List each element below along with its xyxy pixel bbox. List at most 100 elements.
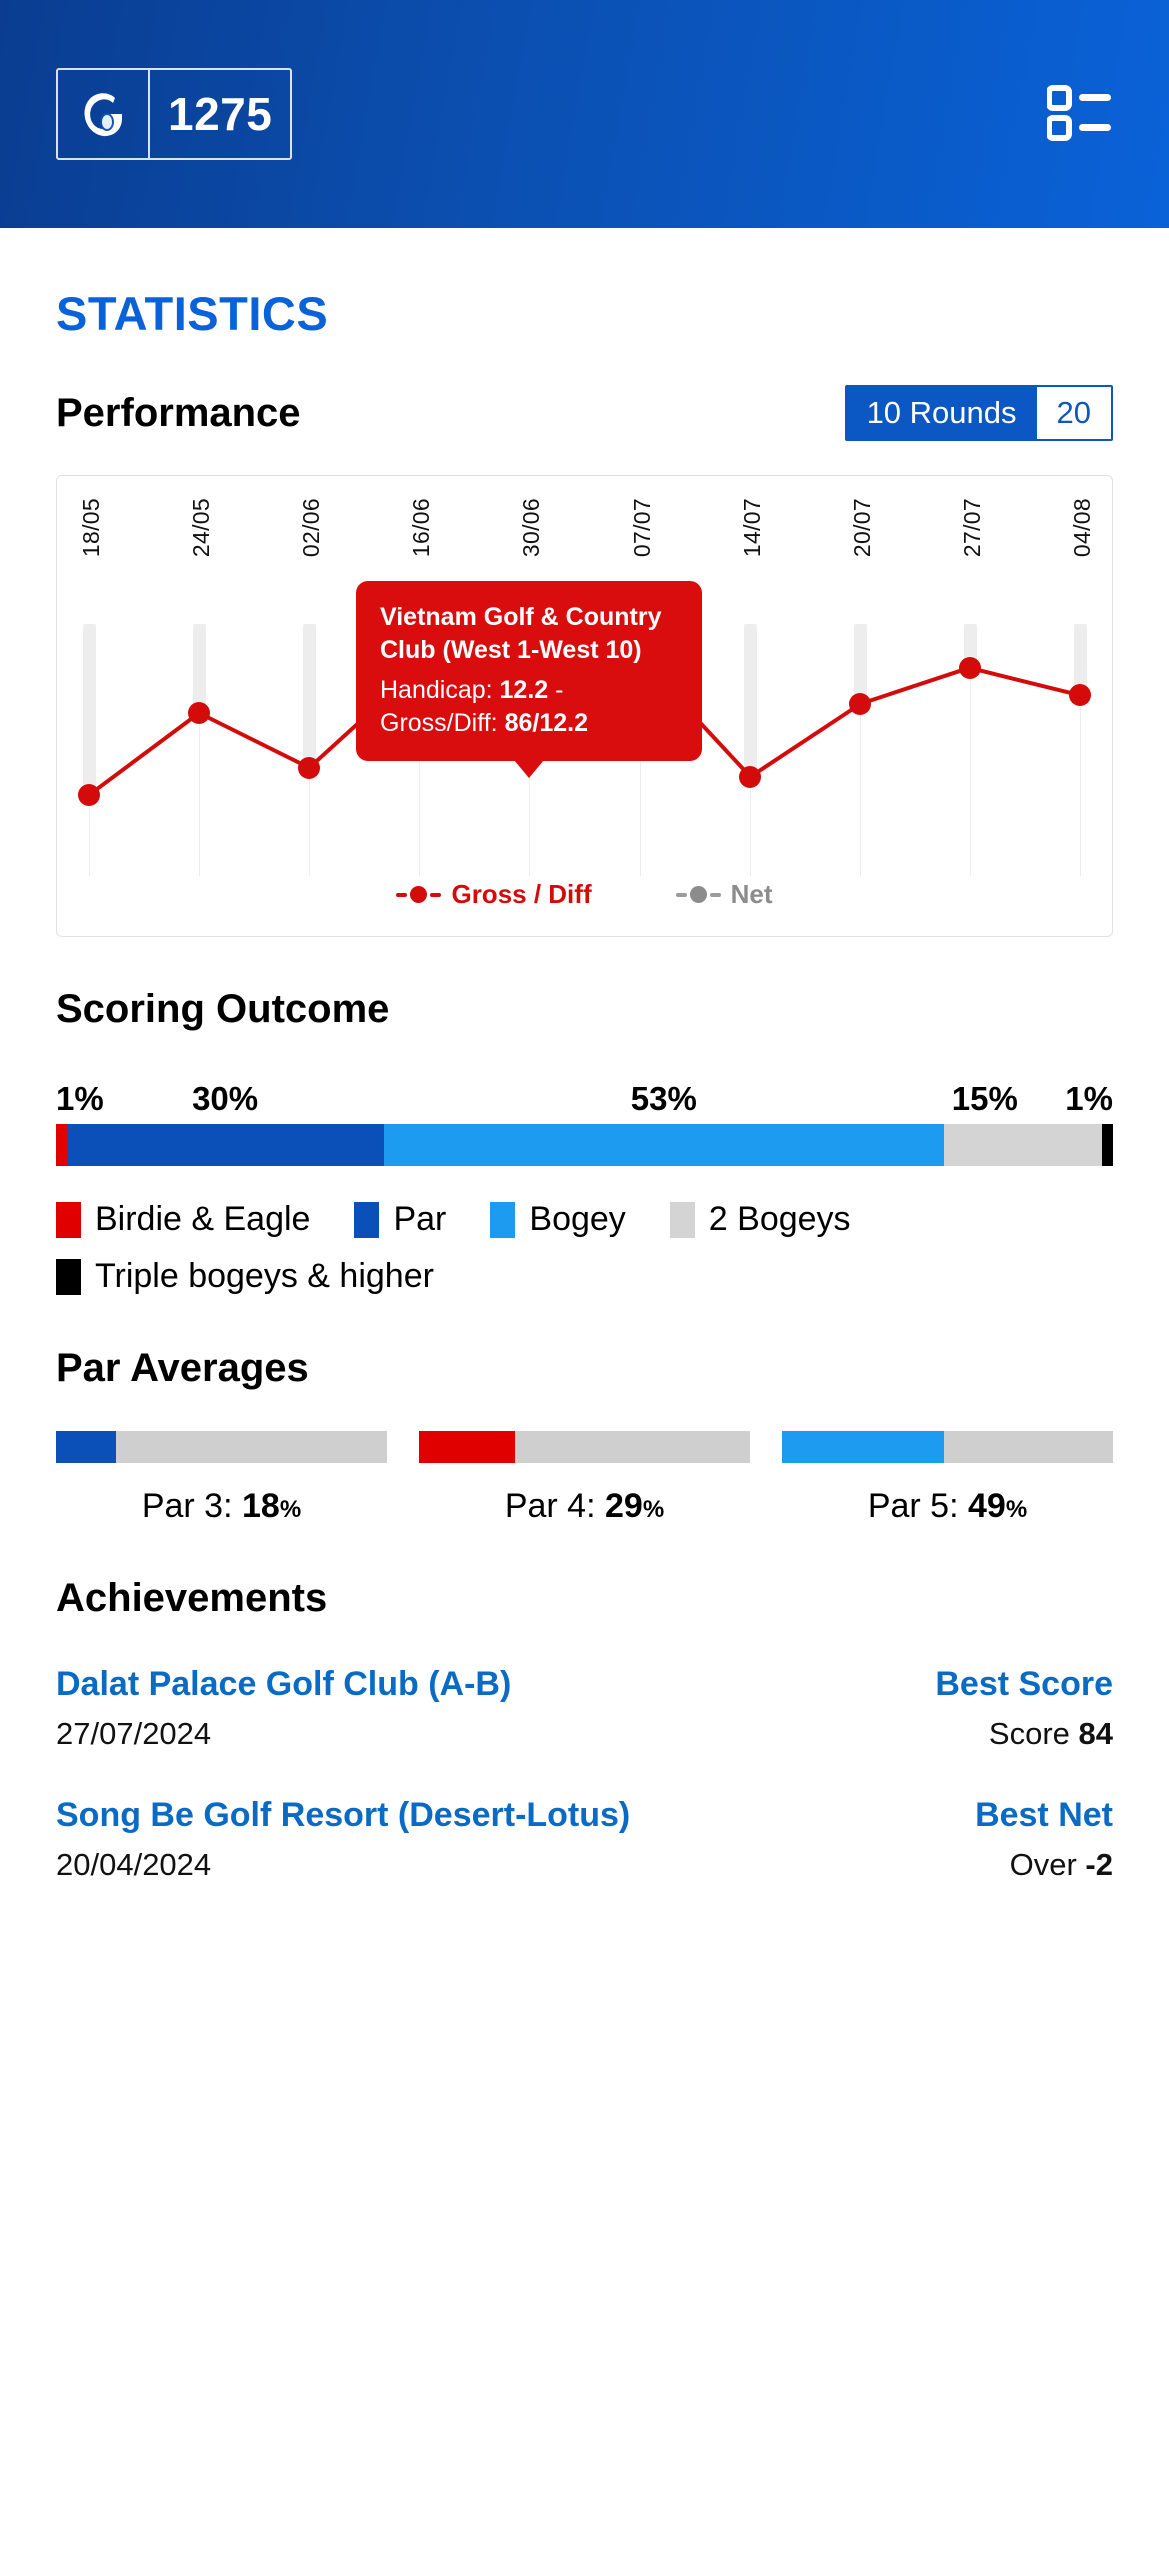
achievement-2-bottom: 20/04/2024 Over -2 <box>56 1847 1113 1883</box>
legend-swatch-birdie-eagle <box>56 1201 81 1238</box>
chart-plot-area: 18/05 24/05 02/06 16/06 30/06 07/07 14/07 20/07… <box>57 476 1112 936</box>
chart-legend: Gross / Diff Net <box>57 879 1112 910</box>
rounds-option-20[interactable]: 20 <box>1036 387 1111 439</box>
legend-label-2-bogeys: 2 Bogeys <box>708 1200 851 1238</box>
chart-x-label: 07/07 <box>628 498 655 558</box>
chart-grid-line <box>1080 694 1081 876</box>
chart-data-point[interactable] <box>78 784 100 807</box>
par-averages-grid: Par 3: 18% Par 4: 29% Par 5: 49% <box>56 1431 1113 1526</box>
legend-marker-gross-diff <box>396 886 442 903</box>
performance-title: Performance <box>56 390 301 435</box>
achievement-1-course[interactable]: Dalat Palace Golf Club (A-B) <box>56 1665 511 1704</box>
par-cell-par5: Par 5: 49% <box>782 1431 1113 1526</box>
tooltip-course-name: Vietnam Golf & Country Club (West 1-West… <box>380 603 662 664</box>
par-cell-par4: Par 4: 29% <box>419 1431 750 1526</box>
golf-logo-icon <box>58 70 150 158</box>
chart-data-point[interactable] <box>1069 683 1091 706</box>
chart-line-segment <box>87 711 201 797</box>
achievement-1-value-number: 84 <box>1078 1716 1113 1751</box>
chart-x-label: 30/06 <box>518 498 545 558</box>
legend-label-bogey: Bogey <box>529 1200 626 1238</box>
par-label-text-par3: Par 3: <box>141 1487 242 1525</box>
legend-swatch-2-bogeys <box>669 1201 695 1238</box>
legend-swatch-bogey <box>490 1201 516 1238</box>
achievement-2-value-number: -2 <box>1085 1847 1113 1882</box>
chart-grid-line <box>859 703 861 876</box>
achievement-2-top: Song Be Golf Resort (Desert-Lotus) Best … <box>56 1796 1113 1835</box>
list-menu-icon[interactable] <box>1046 82 1113 147</box>
chart-data-point[interactable] <box>738 765 761 788</box>
chart-x-label: 18/05 <box>78 498 104 558</box>
chart-grid-line <box>199 713 201 876</box>
chart-grid-column <box>853 624 867 704</box>
tooltip-gross-diff-value: 86/12.2 <box>504 708 588 737</box>
legend-item-gross-diff[interactable]: Gross / Diff <box>396 879 592 910</box>
scoring-segment <box>66 1124 384 1166</box>
scoring-outcome-title: Scoring Outcome <box>56 987 390 1031</box>
chart-x-axis-labels: 18/05 24/05 02/06 16/06 30/06 07/07 14/07 20/07… <box>57 498 1112 588</box>
chart-x-label: 02/06 <box>298 498 325 558</box>
par-label-text-par4: Par 4: <box>504 1487 605 1525</box>
par-label-par5: Par 5: 49% <box>782 1487 1113 1526</box>
achievement-item-2[interactable]: Song Be Golf Resort (Desert-Lotus) Best … <box>56 1796 1113 1883</box>
par-unit-par4: % <box>642 1496 665 1523</box>
par-averages-title: Par Averages <box>56 1346 309 1390</box>
tooltip-arrow <box>514 760 544 778</box>
chart-data-point[interactable] <box>188 702 211 725</box>
achievement-1-bottom: 27/07/2024 Score 84 <box>56 1716 1113 1752</box>
achievement-2-date: 20/04/2024 <box>56 1847 212 1882</box>
chart-grid-column <box>303 624 317 768</box>
page-body: STATISTICS Performance 10 Rounds 20 18/0… <box>0 286 1169 1923</box>
legend-item-net[interactable]: Net <box>675 879 773 910</box>
chart-line-segment <box>969 665 1081 697</box>
par-bar-par4 <box>419 1431 750 1463</box>
scoring-percent-label: 1% <box>1065 1080 1113 1117</box>
achievement-1-value-label: Score <box>988 1716 1079 1751</box>
scoring-segment <box>1102 1124 1113 1166</box>
tooltip-handicap-value: 12.2 <box>499 676 549 704</box>
achievement-2-course[interactable]: Song Be Golf Resort (Desert-Lotus) <box>56 1796 630 1835</box>
legend-swatch-triple-bogeys <box>56 1258 81 1295</box>
chart-data-point[interactable] <box>298 756 321 779</box>
scoring-percent-label: 30% <box>192 1080 259 1117</box>
chart-x-label: 16/06 <box>408 498 435 558</box>
chart-data-point[interactable] <box>958 656 981 679</box>
scoring-segment <box>383 1124 944 1166</box>
performance-chart[interactable]: 18/05 24/05 02/06 16/06 30/06 07/07 14/07 20/07… <box>56 475 1113 937</box>
scoring-percent-label: 15% <box>951 1080 1018 1117</box>
chart-grid-line <box>969 667 971 876</box>
par-label-par3: Par 3: 18% <box>56 1487 387 1526</box>
chart-grid-column <box>743 624 757 777</box>
achievement-item-1[interactable]: Dalat Palace Golf Club (A-B) Best Score … <box>56 1665 1113 1752</box>
legend-item-birdie-eagle[interactable]: Birdie & Eagle <box>56 1200 310 1239</box>
par-value-par3: 18 <box>242 1487 280 1525</box>
chart-grid-column <box>83 624 96 796</box>
chart-grid-line <box>89 795 90 876</box>
legend-item-par[interactable]: Par <box>354 1200 446 1239</box>
chart-data-point[interactable] <box>848 692 871 715</box>
legend-item-triple-bogeys[interactable]: Triple bogeys & higher <box>56 1257 434 1296</box>
scoring-legend-row-2: Triple bogeys & higher <box>56 1257 1113 1296</box>
legend-item-2-bogeys[interactable]: 2 Bogeys <box>669 1200 851 1239</box>
scoring-segment <box>56 1124 67 1166</box>
rounds-option-10[interactable]: 10 Rounds <box>846 387 1037 439</box>
rounds-toggle[interactable]: 10 Rounds 20 <box>844 385 1113 441</box>
scoring-percent-label: 1% <box>56 1080 104 1117</box>
performance-header: Performance 10 Rounds 20 <box>56 385 1113 441</box>
achievement-1-value: Score 84 <box>989 1716 1113 1752</box>
legend-item-bogey[interactable]: Bogey <box>490 1200 626 1239</box>
chart-grid-line <box>749 776 751 876</box>
par-cell-par3: Par 3: 18% <box>56 1431 387 1526</box>
legend-label-par: Par <box>393 1200 447 1238</box>
chart-grid-column <box>193 624 207 714</box>
par-label-text-par5: Par 5: <box>867 1487 968 1525</box>
chart-x-label: 27/07 <box>958 498 985 558</box>
tooltip-handicap-label: Handicap: <box>380 676 500 704</box>
par-bar-par5 <box>782 1431 1113 1463</box>
chart-x-label: 24/05 <box>188 498 215 558</box>
achievement-1-top: Dalat Palace Golf Club (A-B) Best Score <box>56 1665 1113 1704</box>
brand-badge[interactable]: 1275 <box>56 68 293 160</box>
scoring-segment <box>943 1124 1103 1166</box>
legend-label-birdie-eagle: Birdie & Eagle <box>95 1200 311 1238</box>
chart-line-segment <box>859 665 971 706</box>
